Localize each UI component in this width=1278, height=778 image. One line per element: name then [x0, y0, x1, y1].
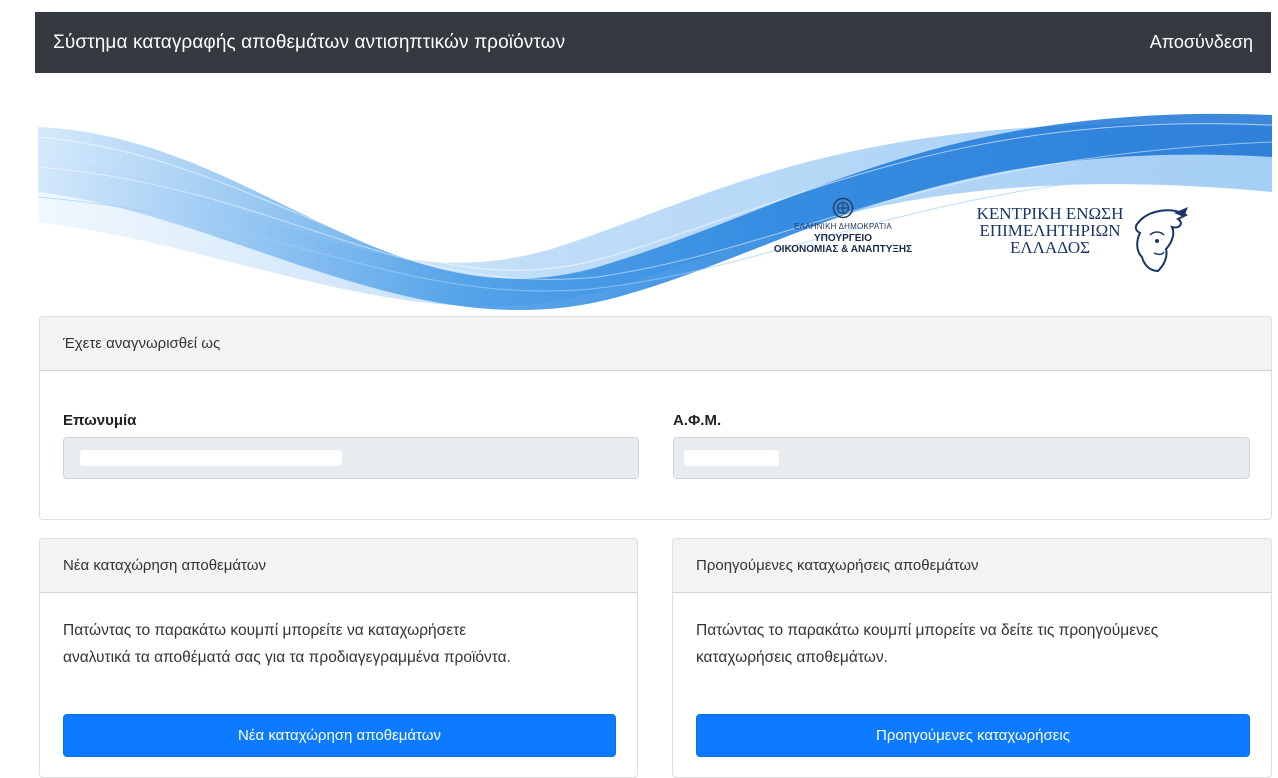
previous-entries-text-line2: καταχωρήσεις αποθεμάτων.: [696, 649, 888, 666]
identity-card: Έχετε αναγνωρισθεί ως Επωνυμία Α.Φ.Μ.: [39, 316, 1272, 520]
name-value: [80, 450, 342, 466]
new-entry-header: Νέα καταχώρηση αποθεμάτων: [40, 539, 637, 593]
chamber-logo: ΚΕΝΤΡΙΚΗ ΕΝΩΣΗ ΕΠΙΜΕΛΗΤΗΡΙΩΝ ΕΛΛΑΔΟΣ: [950, 205, 1210, 285]
new-entry-button[interactable]: Νέα καταχώρηση αποθεμάτων: [63, 714, 616, 757]
afm-value: [684, 450, 779, 466]
previous-entries-text-line1: Πατώντας το παρακάτω κουμπί μπορείτε να …: [696, 622, 1159, 639]
app-title: Σύστημα καταγραφής αποθεμάτων αντισηπτικ…: [53, 31, 566, 53]
ministry-line1: ΕΛΛΗΝΙΚΗ ΔΗΜΟΚΡΑΤΙΑ: [794, 222, 892, 231]
ministry-line3: ΟΙΚΟΝΟΜΙΑΣ & ΑΝΑΠΤΥΞΗΣ: [773, 244, 913, 255]
chamber-line1: ΚΕΝΤΡΙΚΗ ΕΝΩΣΗ: [976, 204, 1124, 223]
afm-label: Α.Φ.Μ.: [673, 412, 722, 429]
new-entry-text-line2: αναλυτικά τα αποθέματά σας για τα προδια…: [63, 649, 511, 666]
identity-card-header: Έχετε αναγνωρισθεί ως: [40, 317, 1271, 371]
top-navbar: Σύστημα καταγραφής αποθεμάτων αντισηπτικ…: [35, 12, 1271, 73]
greek-emblem-icon: [832, 197, 854, 219]
new-entry-card: Νέα καταχώρηση αποθεμάτων Πατώντας το πα…: [39, 538, 638, 778]
chamber-line3: ΕΛΛΑΔΟΣ: [1009, 238, 1091, 257]
new-entry-description: Πατώντας το παρακάτω κουμπί μπορείτε να …: [63, 617, 511, 671]
name-label: Επωνυμία: [63, 412, 137, 429]
previous-entries-card: Προηγούμενες καταχωρήσεις αποθεμάτων Πατ…: [672, 538, 1272, 778]
previous-entries-description: Πατώντας το παρακάτω κουμπί μπορείτε να …: [696, 617, 1158, 671]
previous-entries-button[interactable]: Προηγούμενες καταχωρήσεις: [696, 714, 1250, 757]
hermes-head-icon: [1134, 207, 1188, 273]
header-banner: ΕΛΛΗΝΙΚΗ ΔΗΜΟΚΡΑΤΙΑ ΥΠΟΥΡΓΕΙΟ ΟΙΚΟΝΟΜΙΑΣ…: [38, 97, 1272, 311]
ministry-line2: ΥΠΟΥΡΓΕΙΟ: [814, 233, 872, 244]
new-entry-text-line1: Πατώντας το παρακάτω κουμπί μπορείτε να …: [63, 622, 467, 639]
ministry-logo: ΕΛΛΗΝΙΚΗ ΔΗΜΟΚΡΑΤΙΑ ΥΠΟΥΡΓΕΙΟ ΟΙΚΟΝΟΜΙΑΣ…: [743, 197, 943, 255]
previous-entries-header: Προηγούμενες καταχωρήσεις αποθεμάτων: [673, 539, 1271, 593]
chamber-name: ΚΕΝΤΡΙΚΗ ΕΝΩΣΗ ΕΠΙΜΕΛΗΤΗΡΙΩΝ ΕΛΛΑΔΟΣ: [950, 205, 1150, 256]
logout-link[interactable]: Αποσύνδεση: [1150, 32, 1253, 53]
chamber-line2: ΕΠΙΜΕΛΗΤΗΡΙΩΝ: [979, 221, 1121, 240]
name-field: [63, 437, 639, 479]
afm-field: [673, 437, 1250, 479]
